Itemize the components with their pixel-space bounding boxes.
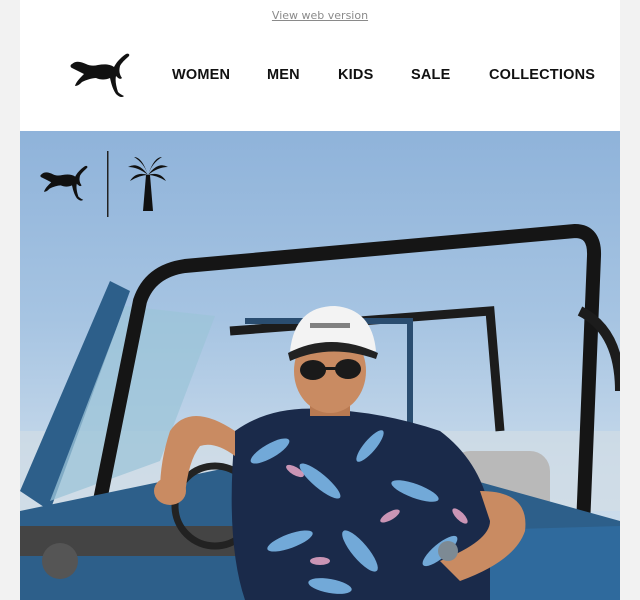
nav-women[interactable]: WOMEN xyxy=(172,67,230,83)
nav-sale[interactable]: SALE xyxy=(411,67,450,83)
nav-collections[interactable]: COLLECTIONS xyxy=(489,67,595,83)
nav-men[interactable]: MEN xyxy=(267,67,300,83)
nav-kids[interactable]: KIDS xyxy=(338,67,373,83)
email-header: WOMEN MEN KIDS SALE COLLECTIONS xyxy=(20,30,620,130)
view-web-version-link[interactable]: View web version xyxy=(20,9,620,22)
palm-tree-icon xyxy=(128,157,168,211)
email-container: View web version WOMEN MEN KIDS SALE COL… xyxy=(20,0,620,600)
puma-cat-logo-icon xyxy=(40,165,88,201)
hero-image[interactable] xyxy=(20,131,620,600)
cobrand-lockup xyxy=(40,151,168,217)
puma-cat-logo-icon[interactable] xyxy=(70,50,132,102)
cobrand-divider xyxy=(107,151,109,217)
